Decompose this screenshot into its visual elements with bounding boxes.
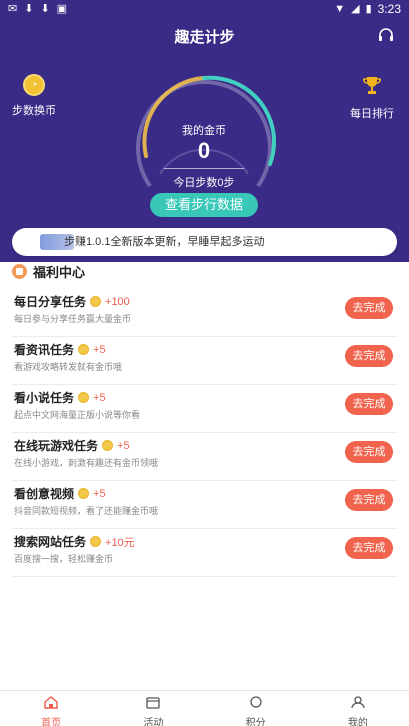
points-icon bbox=[249, 696, 262, 708]
app-icon: ▣ bbox=[56, 3, 68, 15]
tab-label: 积分 bbox=[245, 718, 266, 726]
calendar-icon bbox=[146, 697, 161, 709]
header-panel: ✉ ⬇ ⬇ ▣ ▼ ◢ ▮ 3:23 趣走计步 ◔ 步数换币 每日排行 我的金币… bbox=[0, 0, 409, 262]
coin-icon bbox=[78, 344, 90, 355]
tab-activity[interactable]: 活动 bbox=[102, 691, 204, 726]
coin-icon bbox=[102, 440, 114, 451]
user-icon bbox=[351, 696, 365, 709]
gift-icon bbox=[12, 264, 27, 279]
welfare-title: 福利中心 bbox=[33, 265, 86, 280]
task-desc: 看游戏攻略转发就有金币哦 bbox=[14, 362, 123, 372]
signal-icon: ◢ bbox=[351, 3, 360, 15]
task-row: 每日分享任务 +100 每日参与分享任务赢大量金币 去完成 bbox=[12, 289, 397, 337]
task-desc: 抖音同款短视频，看了还能赚金币哦 bbox=[14, 506, 159, 516]
gauge-divider bbox=[164, 168, 244, 169]
task-reward: +5 bbox=[93, 487, 106, 500]
trophy-icon bbox=[363, 77, 381, 94]
home-icon bbox=[44, 696, 58, 709]
download-icon: ⬇ bbox=[24, 3, 34, 15]
task-desc: 起点中文网海量正版小说等你看 bbox=[14, 410, 141, 420]
tab-points[interactable]: 积分 bbox=[205, 691, 307, 726]
task-reward: +5 bbox=[93, 343, 106, 356]
tab-label: 活动 bbox=[143, 718, 164, 726]
go-complete-button[interactable]: 去完成 bbox=[345, 345, 393, 367]
tab-home[interactable]: 首页 bbox=[0, 691, 102, 726]
go-complete-button[interactable]: 去完成 bbox=[345, 393, 393, 415]
task-name: 看资讯任务 bbox=[14, 343, 75, 357]
task-row: 看创意视频 +5 抖音同款短视频，看了还能赚金币哦 去完成 bbox=[12, 481, 397, 529]
battery-icon: ▮ bbox=[365, 3, 372, 15]
app-title: 趣走计步 bbox=[174, 29, 235, 46]
coins-label: 我的金币 bbox=[182, 125, 226, 137]
notice-text: 步赚1.0.1全新版本更新，早睡早起多运动 bbox=[64, 236, 265, 248]
coin-icon bbox=[78, 488, 90, 499]
daily-ranking-button[interactable]: 每日排行 bbox=[345, 74, 399, 121]
today-steps: 今日步数0步 bbox=[173, 177, 235, 189]
view-walking-data-button[interactable]: 查看步行数据 bbox=[150, 193, 258, 217]
task-reward: +100 bbox=[105, 295, 130, 308]
task-row: 看小说任务 +5 起点中文网海量正版小说等你看 去完成 bbox=[12, 385, 397, 433]
status-time: 3:23 bbox=[377, 2, 401, 16]
status-bar: ✉ ⬇ ⬇ ▣ ▼ ◢ ▮ 3:23 bbox=[0, 0, 409, 18]
task-desc: 百度搜一搜，轻松赚金币 bbox=[14, 554, 114, 564]
wifi-icon: ▼ bbox=[334, 3, 346, 15]
daily-ranking-label: 每日排行 bbox=[350, 108, 394, 120]
steps-exchange-label: 步数换币 bbox=[12, 105, 56, 117]
coin-icon bbox=[90, 296, 102, 307]
tab-label: 首页 bbox=[41, 718, 62, 726]
task-row: 搜索网站任务 +10元 百度搜一搜，轻松赚金币 去完成 bbox=[12, 529, 397, 577]
go-complete-button[interactable]: 去完成 bbox=[345, 441, 393, 463]
coin-icon bbox=[78, 392, 90, 403]
task-desc: 在线小游戏，刺激有趣还有金币领哦 bbox=[14, 458, 159, 468]
coin-icon: ◔ bbox=[23, 74, 45, 96]
notice-bar[interactable]: 步赚1.0.1全新版本更新，早睡早起多运动 bbox=[12, 228, 397, 256]
task-name: 看小说任务 bbox=[14, 391, 75, 405]
coin-icon bbox=[90, 536, 102, 547]
task-desc: 每日参与分享任务赢大量金币 bbox=[14, 314, 132, 324]
task-reward: +10元 bbox=[105, 536, 135, 549]
download-icon: ⬇ bbox=[40, 3, 50, 15]
task-row: 在线玩游戏任务 +5 在线小游戏，刺激有趣还有金币领哦 去完成 bbox=[12, 433, 397, 481]
coins-value: 0 bbox=[197, 138, 211, 163]
welfare-header: 福利中心 bbox=[12, 262, 85, 281]
go-complete-button[interactable]: 去完成 bbox=[345, 489, 393, 511]
task-name: 搜索网站任务 bbox=[14, 535, 87, 549]
task-reward: +5 bbox=[93, 391, 106, 404]
task-row: 看资讯任务 +5 看游戏攻略转发就有金币哦 去完成 bbox=[12, 337, 397, 385]
headset-icon[interactable] bbox=[377, 26, 395, 44]
notification-icon: ✉ bbox=[8, 3, 18, 15]
tab-mine[interactable]: 我的 bbox=[307, 691, 409, 726]
task-reward: +5 bbox=[117, 439, 130, 452]
steps-exchange-button[interactable]: ◔ 步数换币 bbox=[10, 74, 58, 118]
task-name: 在线玩游戏任务 bbox=[14, 439, 99, 453]
go-complete-button[interactable]: 去完成 bbox=[345, 537, 393, 559]
bottom-tab-bar: 首页 活动 积分 我的 bbox=[0, 690, 409, 726]
go-complete-button[interactable]: 去完成 bbox=[345, 297, 393, 319]
task-name: 每日分享任务 bbox=[14, 295, 87, 309]
task-name: 看创意视频 bbox=[14, 487, 75, 501]
tab-label: 我的 bbox=[347, 718, 368, 726]
